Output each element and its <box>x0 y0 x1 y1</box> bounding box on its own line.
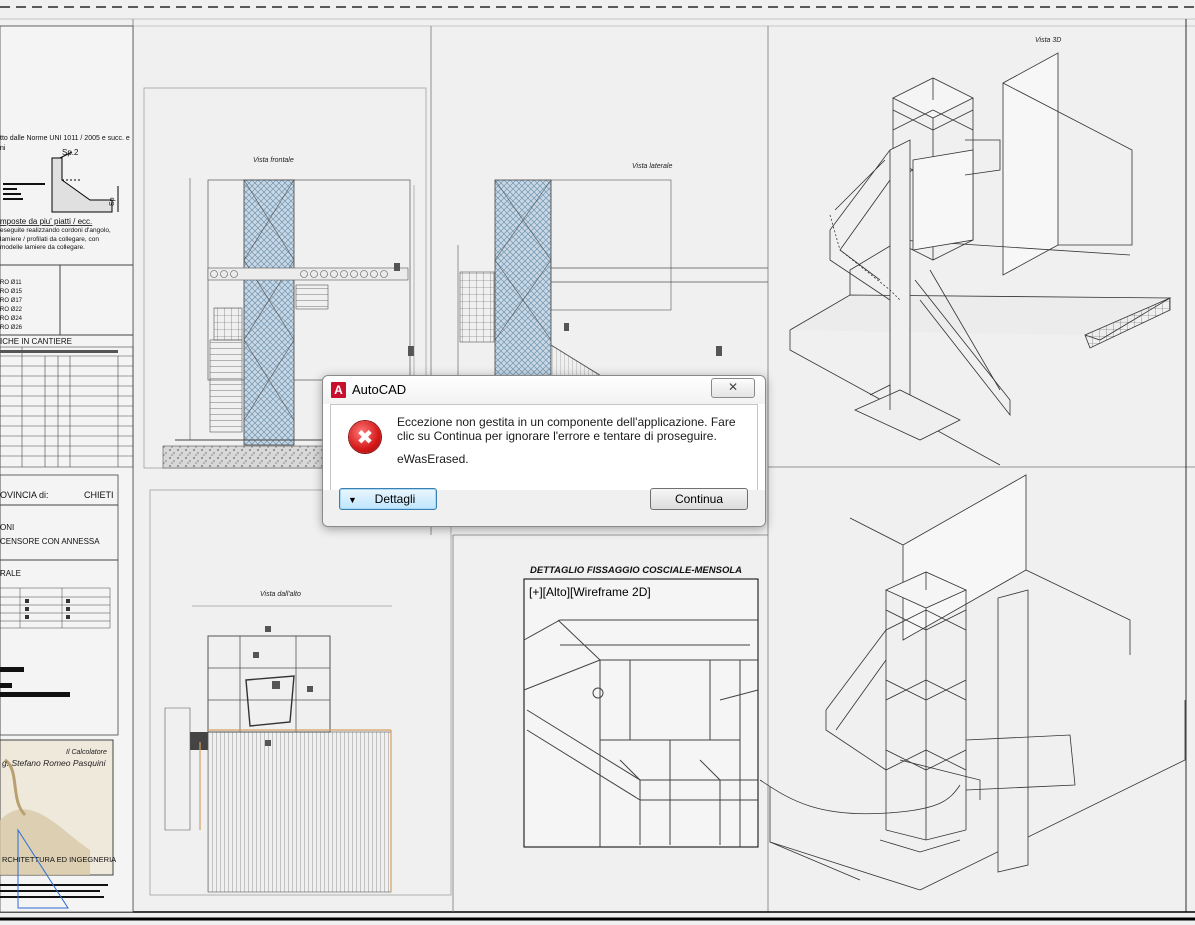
dialog-titlebar[interactable]: A AutoCAD ✕ <box>323 376 765 404</box>
detail-title: DETTAGLIO FISSAGGIO COSCIALE-MENSOLA <box>530 565 742 576</box>
firm-name: RCHITETTURA ED INGEGNERIA <box>2 855 116 864</box>
norm-text-1: tto dalle Norme UNI 1011 / 2005 e succ. … <box>0 135 130 142</box>
continue-button[interactable]: Continua <box>650 488 748 510</box>
composite-text-3: modelle lamiere da collegare. <box>0 244 85 251</box>
front-view-title: Vista frontale <box>253 157 294 164</box>
svg-text:RO Ø22: RO Ø22 <box>0 307 23 313</box>
detail-viewport[interactable]: DETTAGLIO FISSAGGIO COSCIALE-MENSOLA <box>523 565 759 848</box>
sheet-border-top <box>0 0 1195 20</box>
close-icon[interactable]: ✕ <box>711 378 755 398</box>
svg-text:RO Ø11: RO Ø11 <box>0 280 22 286</box>
province-label: OVINCIA di: <box>0 490 49 500</box>
line-b: CENSORE CON ANNESSA <box>0 537 100 546</box>
guide-markers <box>253 626 313 746</box>
viewport-label[interactable]: [+][Alto][Wireframe 2D] <box>529 585 651 599</box>
error-code: eWasErased. <box>397 452 469 466</box>
view-3d-top: Vista 3D <box>789 37 1172 466</box>
line-c: RALE <box>0 569 21 578</box>
view-3d-bottom <box>759 474 1186 891</box>
line-a: ONI <box>0 523 14 532</box>
svg-text:RO Ø26: RO Ø26 <box>0 325 23 331</box>
norm-text-2: ni <box>0 145 6 152</box>
details-button[interactable]: ▼ Dettagli <box>339 488 437 510</box>
side-view-title: Vista laterale <box>632 163 672 170</box>
engineer-name: g. Stefano Romeo Pasquini <box>2 758 107 768</box>
svg-text:RO Ø17: RO Ø17 <box>0 298 23 304</box>
title-block: tto dalle Norme UNI 1011 / 2005 e succ. … <box>0 25 134 913</box>
top-view-title: Vista dall'alto <box>260 591 301 598</box>
svg-text:RO Ø24: RO Ø24 <box>0 316 23 322</box>
composite-text-2: lamiere / profilati da collegare, con <box>0 236 99 243</box>
chevron-down-icon: ▼ <box>348 495 357 505</box>
dialog-title: AutoCAD <box>352 382 407 397</box>
composite-text-1: eseguite realizzando cordoni d'angolo, <box>0 227 111 234</box>
top-view: Vista dall'alto <box>149 489 452 896</box>
view-3d-title: Vista 3D <box>1035 37 1061 44</box>
svg-text:RO Ø15: RO Ø15 <box>0 289 23 295</box>
composite-heading: mposte da piu' piatti / ecc. <box>0 217 92 226</box>
weld-side-label: Sp <box>109 197 116 206</box>
calc-label: Il Calcolatore <box>66 749 107 756</box>
error-dialog: A AutoCAD ✕ ✖ Eccezione non gestita in u… <box>322 375 766 527</box>
site-checks: ICHE IN CANTIERE <box>0 337 72 346</box>
autocad-app-icon: A <box>331 382 346 398</box>
weld-label: Sp.2 <box>62 148 79 157</box>
error-icon: ✖ <box>349 421 381 453</box>
details-button-label: Dettagli <box>374 492 416 506</box>
dialog-body: ✖ Eccezione non gestita in un componente… <box>330 404 758 491</box>
error-message: Eccezione non gestita in un componente d… <box>397 415 736 443</box>
province-value: CHIETI <box>84 490 114 500</box>
